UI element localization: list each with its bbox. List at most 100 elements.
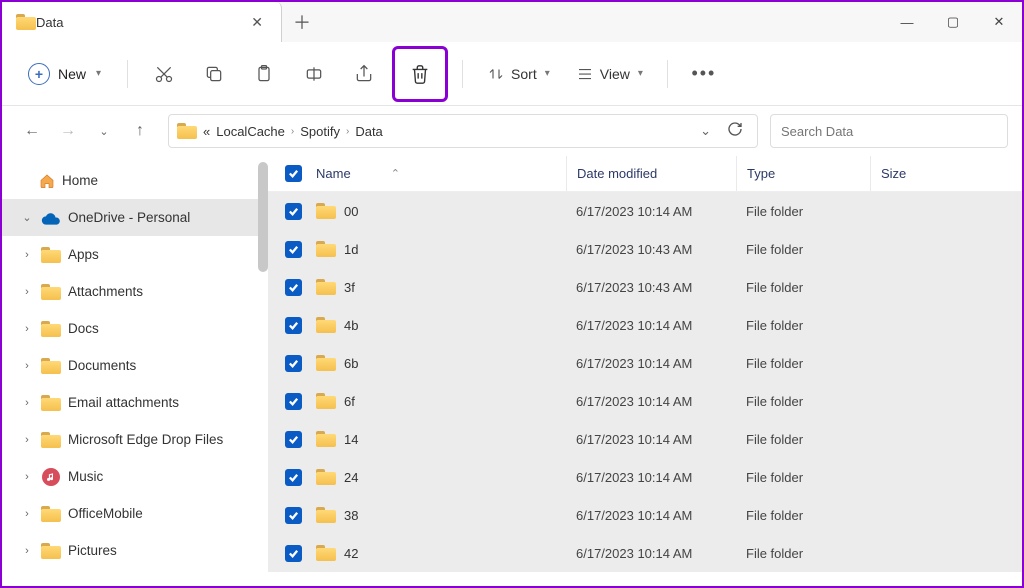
file-row[interactable]: 3f6/17/2023 10:43 AMFile folder	[268, 268, 1022, 306]
row-checkbox[interactable]	[276, 355, 310, 372]
file-type: File folder	[736, 546, 870, 561]
row-checkbox[interactable]	[276, 507, 310, 524]
row-checkbox[interactable]	[276, 469, 310, 486]
folder-icon	[316, 279, 336, 295]
folder-icon	[316, 507, 336, 523]
sidebar-onedrive[interactable]: ⌄ OneDrive - Personal	[2, 199, 268, 236]
back-button[interactable]: ←	[16, 115, 48, 147]
chevron-down-icon[interactable]: ⌄	[696, 119, 715, 143]
chevron-right-icon: ›	[20, 323, 34, 335]
column-name[interactable]: Name⌃	[310, 166, 566, 181]
file-name: 24	[344, 470, 358, 485]
file-name: 42	[344, 546, 358, 561]
rename-button[interactable]	[292, 52, 336, 96]
file-list: Name⌃ Date modified Type Size 006/17/202…	[268, 156, 1022, 588]
row-checkbox[interactable]	[276, 279, 310, 296]
row-checkbox[interactable]	[276, 393, 310, 410]
row-checkbox[interactable]	[276, 431, 310, 448]
file-row[interactable]: 386/17/2023 10:14 AMFile folder	[268, 496, 1022, 534]
folder-icon	[316, 355, 336, 371]
chevron-down-icon: ⌄	[20, 211, 34, 224]
copy-button[interactable]	[192, 52, 236, 96]
column-type[interactable]: Type	[736, 156, 870, 191]
new-tab-button[interactable]: ＋	[282, 2, 322, 42]
file-row[interactable]: 006/17/2023 10:14 AMFile folder	[268, 192, 1022, 230]
file-date: 6/17/2023 10:14 AM	[566, 546, 736, 561]
home-icon	[38, 173, 56, 189]
sidebar: Home ⌄ OneDrive - Personal ›Apps›Attachm…	[2, 156, 268, 588]
tab-active[interactable]: Data ✕	[2, 2, 282, 42]
recent-button[interactable]: ⌄	[88, 115, 120, 147]
file-row[interactable]: 6b6/17/2023 10:14 AMFile folder	[268, 344, 1022, 382]
file-row[interactable]: 6f6/17/2023 10:14 AMFile folder	[268, 382, 1022, 420]
file-name: 38	[344, 508, 358, 523]
column-headers: Name⌃ Date modified Type Size	[268, 156, 1022, 192]
sidebar-item[interactable]: ›Documents	[2, 347, 268, 384]
row-checkbox[interactable]	[276, 241, 310, 258]
folder-icon	[16, 14, 36, 30]
row-checkbox[interactable]	[276, 317, 310, 334]
chevron-right-icon: ›	[20, 397, 34, 409]
sidebar-item[interactable]: ›Docs	[2, 310, 268, 347]
file-name: 14	[344, 432, 358, 447]
sidebar-item[interactable]: ›Attachments	[2, 273, 268, 310]
up-button[interactable]: ↑	[124, 115, 156, 147]
search-input[interactable]	[781, 124, 997, 139]
sidebar-item[interactable]: ›Apps	[2, 236, 268, 273]
more-button[interactable]: •••	[682, 52, 726, 96]
breadcrumb-item[interactable]: LocalCache	[216, 124, 285, 139]
delete-button[interactable]	[392, 46, 448, 102]
sidebar-item[interactable]: ›Email attachments	[2, 384, 268, 421]
sidebar-item-label: Attachments	[68, 284, 262, 299]
sidebar-item[interactable]: ›Music	[2, 458, 268, 495]
paste-button[interactable]	[242, 52, 286, 96]
forward-button[interactable]: →	[52, 115, 84, 147]
file-type: File folder	[736, 204, 870, 219]
file-date: 6/17/2023 10:14 AM	[566, 470, 736, 485]
file-name: 4b	[344, 318, 358, 333]
share-button[interactable]	[342, 52, 386, 96]
sidebar-item[interactable]: ›Microsoft Edge Drop Files	[2, 421, 268, 458]
file-row[interactable]: 1d6/17/2023 10:43 AMFile folder	[268, 230, 1022, 268]
file-name: 00	[344, 204, 358, 219]
tab-title: Data	[36, 15, 243, 30]
breadcrumb[interactable]: « LocalCache › Spotify › Data ⌄	[168, 114, 758, 148]
folder-icon	[316, 317, 336, 333]
file-type: File folder	[736, 356, 870, 371]
file-row[interactable]: 4b6/17/2023 10:14 AMFile folder	[268, 306, 1022, 344]
cut-button[interactable]	[142, 52, 186, 96]
minimize-button[interactable]: —	[884, 2, 930, 42]
sidebar-item-label: OfficeMobile	[68, 506, 262, 521]
folder-icon	[40, 357, 62, 375]
file-type: File folder	[736, 318, 870, 333]
sort-button[interactable]: Sort ▾	[477, 59, 560, 89]
file-row[interactable]: 146/17/2023 10:14 AMFile folder	[268, 420, 1022, 458]
chevron-right-icon: ›	[20, 249, 34, 261]
view-button[interactable]: View ▾	[566, 59, 653, 89]
breadcrumb-item[interactable]: Data	[355, 124, 382, 139]
select-all-checkbox[interactable]	[276, 165, 310, 182]
tab-close-button[interactable]: ✕	[243, 10, 271, 35]
column-size[interactable]: Size	[870, 156, 950, 191]
row-checkbox[interactable]	[276, 545, 310, 562]
chevron-down-icon: ▾	[96, 68, 101, 79]
search-box[interactable]	[770, 114, 1008, 148]
refresh-button[interactable]	[721, 121, 749, 142]
maximize-button[interactable]: ▢	[930, 2, 976, 42]
file-row[interactable]: 42 6/17/2023 10:14 AMFile folder	[268, 534, 1022, 572]
titlebar: Data ✕ ＋ — ▢ ✕	[2, 2, 1022, 42]
sidebar-item[interactable]: ›OfficeMobile	[2, 495, 268, 532]
sidebar-home[interactable]: Home	[2, 162, 268, 199]
scrollbar-thumb[interactable]	[258, 162, 268, 272]
sidebar-item[interactable]: ›Pictures	[2, 532, 268, 569]
file-row[interactable]: 246/17/2023 10:14 AMFile folder	[268, 458, 1022, 496]
chevron-right-icon: ›	[20, 434, 34, 446]
column-date[interactable]: Date modified	[566, 156, 736, 191]
new-button[interactable]: + New ▾	[16, 57, 113, 91]
folder-icon	[40, 542, 62, 560]
folder-icon	[316, 203, 336, 219]
close-button[interactable]: ✕	[976, 2, 1022, 42]
file-type: File folder	[736, 508, 870, 523]
row-checkbox[interactable]	[276, 203, 310, 220]
breadcrumb-item[interactable]: Spotify	[300, 124, 340, 139]
